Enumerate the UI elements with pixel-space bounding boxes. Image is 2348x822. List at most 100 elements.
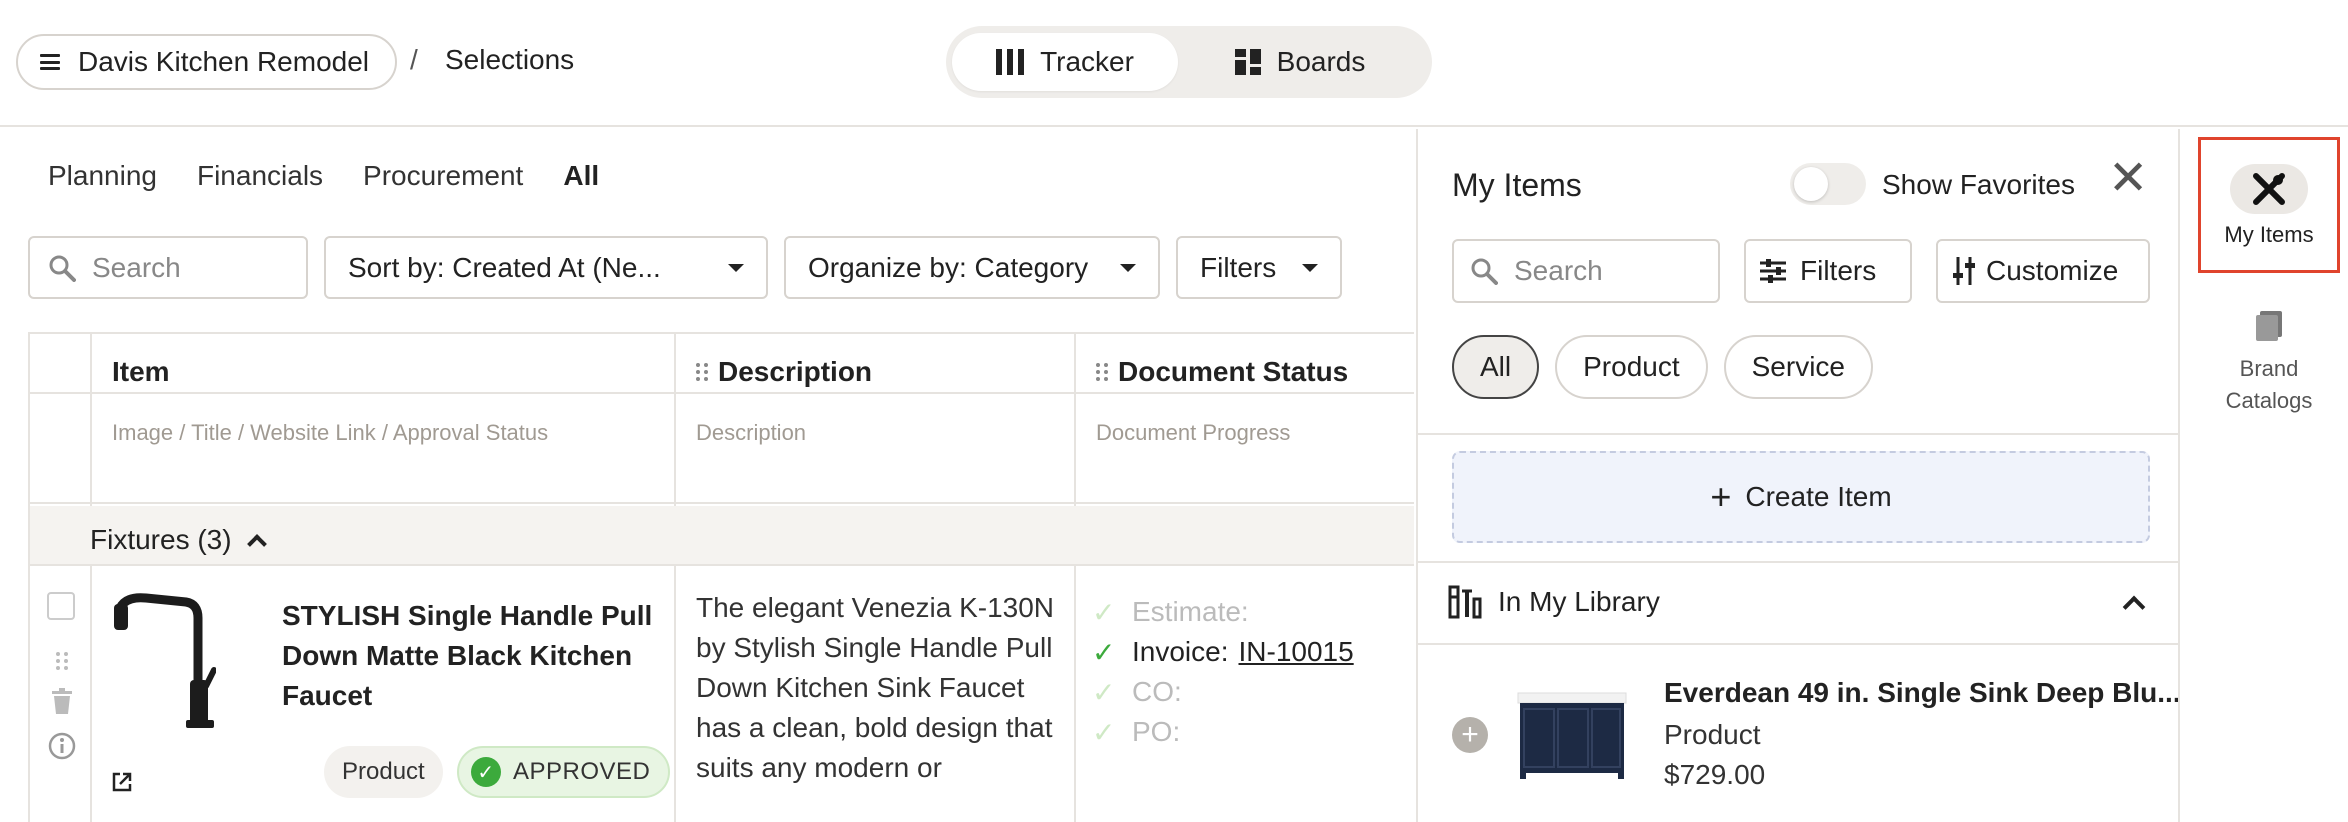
panel-search-placeholder: Search xyxy=(1514,255,1603,286)
tools-icon xyxy=(1448,585,1482,619)
search-placeholder: Search xyxy=(92,251,181,283)
chip-service[interactable]: Service xyxy=(1723,335,1873,399)
organize-label: Organize by: Category xyxy=(808,251,1089,283)
document-status-list: ✓ Estimate: ✓ Invoice: IN-10015 ✓ CO: ✓ … xyxy=(1092,592,1354,752)
table-subheader-row xyxy=(30,394,1414,504)
tab-financials[interactable]: Financials xyxy=(197,160,323,192)
customize-button[interactable]: Customize xyxy=(1936,239,2150,303)
close-icon[interactable]: ✕ xyxy=(2108,155,2148,203)
type-filter-chips: All Product Service xyxy=(1452,335,1873,399)
caret-down-icon xyxy=(1302,263,1318,272)
check-icon: ✓ xyxy=(1092,716,1116,748)
column-header-document-status-label: Document Status xyxy=(1118,356,1349,387)
project-menu-button[interactable]: Davis Kitchen Remodel xyxy=(16,34,398,90)
subheader-description: Description xyxy=(696,420,807,445)
chevron-up-icon[interactable] xyxy=(2122,595,2146,619)
top-bar: Davis Kitchen Remodel / Selections Track… xyxy=(0,0,2348,127)
drag-handle-icon[interactable] xyxy=(1096,363,1108,381)
tracker-view-button[interactable]: Tracker xyxy=(952,33,1178,91)
check-circle-icon: ✓ xyxy=(471,757,501,787)
search-icon xyxy=(1471,258,1498,285)
item-description: The elegant Venezia K-130N by Stylish Si… xyxy=(696,592,1055,783)
caret-down-icon xyxy=(1120,263,1136,272)
column-header-item[interactable]: Item xyxy=(112,356,170,388)
external-link-icon[interactable] xyxy=(112,772,132,798)
row-checkbox[interactable] xyxy=(47,592,75,620)
show-favorites-label: Show Favorites xyxy=(1882,169,2075,200)
search-icon xyxy=(49,255,76,282)
type-badge: Product xyxy=(324,746,443,798)
divider xyxy=(1418,561,2178,563)
drag-handle-icon[interactable] xyxy=(696,363,708,381)
sort-label: Sort by: Created At (Ne... xyxy=(348,251,661,283)
subheader-document-status: Document Progress xyxy=(1096,420,1291,445)
trash-icon[interactable] xyxy=(51,688,73,714)
rail-my-items-button[interactable]: My Items xyxy=(2198,137,2340,273)
panel-search-input[interactable]: Search xyxy=(1452,239,1720,303)
info-icon[interactable] xyxy=(48,732,76,760)
search-input[interactable]: Search xyxy=(28,236,308,299)
row-actions xyxy=(48,652,76,760)
columns-icon xyxy=(996,49,1025,75)
sort-dropdown[interactable]: Sort by: Created At (Ne... xyxy=(324,236,768,299)
my-items-panel: My Items Show Favorites ✕ Search Filters… xyxy=(1416,129,2181,822)
caret-down-icon xyxy=(728,263,744,272)
table-toolbar: Search Sort by: Created At (Ne... Organi… xyxy=(28,236,1342,299)
hamburger-icon xyxy=(40,54,60,70)
tab-procurement[interactable]: Procurement xyxy=(363,160,523,192)
breadcrumb-separator: / xyxy=(410,44,418,75)
chip-all[interactable]: All xyxy=(1452,335,1540,399)
subheader-item: Image / Title / Website Link / Approval … xyxy=(112,420,549,445)
panel-filters-label: Filters xyxy=(1800,255,1877,286)
tab-all[interactable]: All xyxy=(563,160,599,192)
show-favorites-toggle[interactable] xyxy=(1790,163,1866,205)
group-toggle-fixtures[interactable]: Fixtures (3) xyxy=(90,524,267,556)
boards-view-button[interactable]: Boards xyxy=(1178,33,1422,91)
drag-handle-icon[interactable] xyxy=(56,652,68,670)
project-name: Davis Kitchen Remodel xyxy=(78,46,370,77)
vanity-image[interactable] xyxy=(1514,689,1630,779)
rail-brand-catalogs-label: Brand Catalogs xyxy=(2225,356,2313,413)
filters-label: Filters xyxy=(1200,251,1277,283)
breadcrumb-current[interactable]: Selections xyxy=(445,44,574,76)
doc-label: Invoice: xyxy=(1132,636,1229,667)
toggle-knob xyxy=(1794,167,1828,201)
tab-planning[interactable]: Planning xyxy=(48,160,157,192)
doc-invoice: ✓ Invoice: IN-10015 xyxy=(1092,632,1354,672)
view-toggle: Tracker Boards xyxy=(946,26,1432,98)
book-icon xyxy=(2256,311,2282,341)
add-to-selection-button[interactable]: + xyxy=(1452,717,1488,753)
doc-estimate: ✓ Estimate: xyxy=(1092,592,1354,632)
faucet-image[interactable] xyxy=(106,590,216,730)
boards-icon xyxy=(1234,49,1261,75)
approval-status-badge[interactable]: ✓ APPROVED xyxy=(457,746,671,798)
column-header-document-status[interactable]: Document Status xyxy=(1096,356,1348,388)
column-header-description[interactable]: Description xyxy=(696,356,872,388)
tracker-view-label: Tracker xyxy=(1040,46,1134,77)
rail-my-items-label: My Items xyxy=(2224,222,2314,247)
selections-table: Item Description Document Status Image /… xyxy=(28,332,1414,822)
panel-title: My Items xyxy=(1452,167,1582,203)
customize-label: Customize xyxy=(1986,255,2119,286)
item-title[interactable]: STYLISH Single Handle Pull Down Matte Bl… xyxy=(282,596,662,716)
sliders-icon xyxy=(1760,259,1786,283)
customize-icon xyxy=(1953,257,1975,285)
library-item-title[interactable]: Everdean 49 in. Single Sink Deep Blu... xyxy=(1664,677,2181,709)
create-item-button[interactable]: + Create Item xyxy=(1452,451,2150,543)
doc-po: ✓ PO: xyxy=(1092,712,1354,752)
check-icon: ✓ xyxy=(1092,636,1116,668)
ruler-pencil-icon xyxy=(2253,173,2285,205)
chip-product[interactable]: Product xyxy=(1555,335,1708,399)
right-rail: My Items Brand Catalogs xyxy=(2178,129,2348,822)
invoice-link[interactable]: IN-10015 xyxy=(1239,636,1354,668)
library-label: In My Library xyxy=(1498,586,1660,617)
check-icon: ✓ xyxy=(1092,676,1116,708)
filters-dropdown[interactable]: Filters xyxy=(1176,236,1342,299)
doc-label: PO: xyxy=(1132,716,1181,747)
organize-dropdown[interactable]: Organize by: Category xyxy=(784,236,1160,299)
section-tabs: Planning Financials Procurement All xyxy=(48,160,599,192)
rail-brand-catalogs-button[interactable]: Brand Catalogs xyxy=(2198,309,2340,417)
boards-view-label: Boards xyxy=(1276,46,1366,77)
library-section-toggle[interactable]: In My Library xyxy=(1448,585,1660,619)
panel-filters-button[interactable]: Filters xyxy=(1744,239,1912,303)
